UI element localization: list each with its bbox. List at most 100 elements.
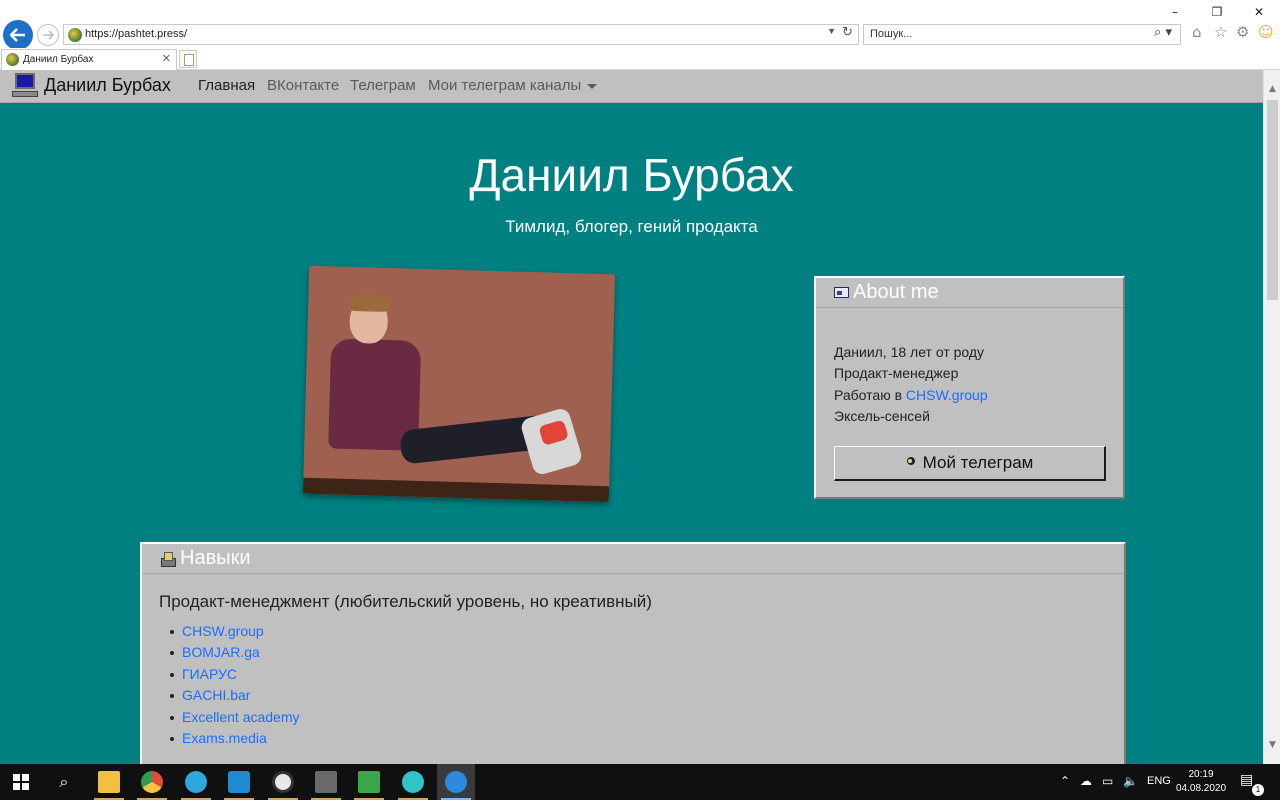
computer-icon bbox=[12, 72, 40, 98]
address-dropdown-icon[interactable]: ▼ bbox=[827, 26, 836, 36]
scroll-thumb[interactable] bbox=[1267, 100, 1278, 300]
site-brand[interactable]: Даниил Бурбах bbox=[12, 72, 171, 98]
tray-language[interactable]: ENG bbox=[1147, 775, 1171, 787]
site-navbar: Даниил Бурбах Главная ВКонтакте Телеграм… bbox=[0, 70, 1263, 103]
chsw-group-link[interactable]: CHSW.group bbox=[906, 387, 988, 403]
scroll-up-icon[interactable]: ▲ bbox=[1264, 80, 1280, 97]
taskbar-search-icon[interactable]: ⌕ bbox=[44, 764, 84, 800]
tray-cloud-icon[interactable]: ☁ bbox=[1080, 774, 1092, 788]
vscode-icon bbox=[228, 771, 250, 793]
skill-link-giarus[interactable]: ГИАРУС bbox=[182, 666, 237, 682]
caret-down-icon bbox=[587, 83, 598, 89]
telegram-icon bbox=[185, 771, 207, 793]
search-input[interactable]: Пошук... bbox=[870, 28, 912, 40]
round-app-icon bbox=[272, 771, 294, 793]
address-bar[interactable]: https://pashtet.press/ ▼ ↻ bbox=[63, 24, 859, 45]
skill-link-bomjar[interactable]: BOMJAR.ga bbox=[182, 644, 260, 660]
nav-link-telegram[interactable]: Телеграм bbox=[350, 77, 416, 94]
search-box[interactable]: Пошук... ⌕ ▾ bbox=[863, 24, 1181, 45]
skills-panel: Навыки Продакт-менеджмент (любительский … bbox=[140, 542, 1126, 764]
search-icon[interactable]: ⌕ ▾ bbox=[1154, 25, 1172, 40]
hero-title: Даниил Бурбах bbox=[469, 149, 794, 201]
list-item: Excellent academy bbox=[170, 707, 300, 728]
list-item: ГИАРУС bbox=[170, 664, 300, 685]
tools-icon bbox=[160, 551, 176, 567]
about-work-prefix: Работаю в bbox=[834, 386, 906, 403]
about-line-role: Продакт-менеджер bbox=[834, 365, 959, 382]
vertical-scrollbar[interactable]: ▲ ▼ bbox=[1263, 70, 1280, 764]
id-card-icon bbox=[834, 287, 849, 298]
about-line-work: Работаю в CHSW.group bbox=[834, 385, 988, 406]
scroll-down-icon[interactable]: ▼ bbox=[1264, 736, 1280, 753]
refresh-icon[interactable]: ↻ bbox=[842, 25, 853, 40]
smiley-feedback-icon[interactable]: ☺ bbox=[1258, 23, 1274, 41]
about-line-age: Даниил, 18 лет от роду bbox=[834, 344, 985, 360]
nav-dropdown-channels[interactable]: Мои телеграм каналы bbox=[428, 77, 598, 94]
favorites-star-icon[interactable]: ☆ bbox=[1214, 23, 1227, 41]
about-me-title: About me bbox=[853, 281, 939, 303]
skills-title: Навыки bbox=[180, 547, 251, 569]
about-line-excel: Эксель-сенсей bbox=[834, 407, 930, 424]
list-item: BOMJAR.ga bbox=[170, 642, 300, 663]
tab-favicon-icon bbox=[6, 53, 19, 66]
internet-explorer-icon bbox=[445, 771, 467, 793]
forward-arrow-icon bbox=[43, 30, 54, 40]
back-button[interactable] bbox=[3, 20, 33, 50]
nav-link-vk[interactable]: ВКонтакте bbox=[267, 77, 339, 94]
start-button[interactable] bbox=[0, 764, 42, 800]
skill-link-excellent-academy[interactable]: Excellent academy bbox=[182, 709, 300, 725]
chrome-icon bbox=[141, 771, 163, 793]
taskbar-app-calculator[interactable] bbox=[307, 764, 345, 800]
tab-title: Даниил Бурбах bbox=[23, 54, 94, 65]
profile-photo bbox=[302, 265, 616, 503]
windows-taskbar: ⌕ ⌃ ☁ ▭ 🔈 ENG 20:19 04.08.2020 ▤ 1 bbox=[0, 764, 1280, 800]
my-telegram-label: Мой телеграм bbox=[922, 453, 1034, 472]
tray-volume-icon[interactable]: 🔈 bbox=[1123, 774, 1138, 788]
skills-heading: Продакт-менеджмент (любительский уровень… bbox=[159, 592, 652, 611]
tab-bar: Даниил Бурбах ✕ bbox=[0, 48, 1280, 70]
taskbar-app-k[interactable] bbox=[394, 764, 432, 800]
taskbar-app-vscode[interactable] bbox=[220, 764, 258, 800]
calculator-icon bbox=[315, 771, 337, 793]
tray-chevron-up-icon[interactable]: ⌃ bbox=[1060, 774, 1070, 788]
clock-time: 20:19 bbox=[1188, 769, 1214, 780]
nav-link-home[interactable]: Главная bbox=[198, 77, 255, 94]
taskbar-app-telegram[interactable] bbox=[177, 764, 215, 800]
hero-subtitle: Тимлид, блогер, гений продакта bbox=[505, 217, 758, 236]
window-title-bar: – ❐ ✕ bbox=[0, 0, 1280, 20]
skills-list: CHSW.group BOMJAR.ga ГИАРУС GACHI.bar Ex… bbox=[170, 621, 300, 749]
my-telegram-button[interactable]: Мой телеграм bbox=[834, 446, 1106, 481]
tab-active[interactable]: Даниил Бурбах ✕ bbox=[1, 49, 177, 70]
tray-network-icon[interactable]: ▭ bbox=[1102, 774, 1113, 788]
brand-name: Даниил Бурбах bbox=[44, 74, 171, 95]
taskbar-app-internet-explorer[interactable] bbox=[437, 764, 475, 800]
tab-close-icon[interactable]: ✕ bbox=[162, 52, 171, 65]
notification-count: 1 bbox=[1252, 784, 1264, 796]
clock-date: 04.08.2020 bbox=[1176, 783, 1227, 794]
windows-logo-icon bbox=[13, 774, 29, 790]
skill-link-chsw[interactable]: CHSW.group bbox=[182, 623, 264, 639]
folder-icon bbox=[98, 771, 120, 793]
new-tab-button[interactable] bbox=[179, 50, 197, 68]
taskbar-app-chrome[interactable] bbox=[133, 764, 171, 800]
taskbar-app-notepad[interactable] bbox=[350, 764, 388, 800]
taskbar-clock[interactable]: 20:19 04.08.2020 bbox=[1176, 768, 1226, 796]
browser-nav-bar: https://pashtet.press/ ▼ ↻ Пошук... ⌕ ▾ … bbox=[0, 20, 1280, 50]
gear-icon[interactable]: ⚙ bbox=[1236, 23, 1249, 41]
person-icon bbox=[906, 457, 916, 469]
taskbar-app-circle[interactable] bbox=[264, 764, 302, 800]
forward-button[interactable] bbox=[37, 24, 59, 46]
site-favicon-icon bbox=[68, 28, 82, 42]
skill-link-exams-media[interactable]: Exams.media bbox=[182, 730, 267, 746]
nav-dropdown-label: Мои телеграм каналы bbox=[428, 77, 582, 94]
taskbar-app-file-explorer[interactable] bbox=[90, 764, 128, 800]
skill-link-gachi[interactable]: GACHI.bar bbox=[182, 687, 250, 703]
back-arrow-icon bbox=[10, 28, 25, 42]
k-app-icon bbox=[402, 771, 424, 793]
list-item: Exams.media bbox=[170, 728, 300, 749]
list-item: CHSW.group bbox=[170, 621, 300, 642]
home-icon[interactable]: ⌂ bbox=[1192, 23, 1202, 41]
address-url[interactable]: https://pashtet.press/ bbox=[85, 28, 187, 40]
about-me-panel: About me Даниил, 18 лет от роду Продакт-… bbox=[814, 276, 1125, 499]
page-viewport: Даниил Бурбах Главная ВКонтакте Телеграм… bbox=[0, 70, 1263, 764]
